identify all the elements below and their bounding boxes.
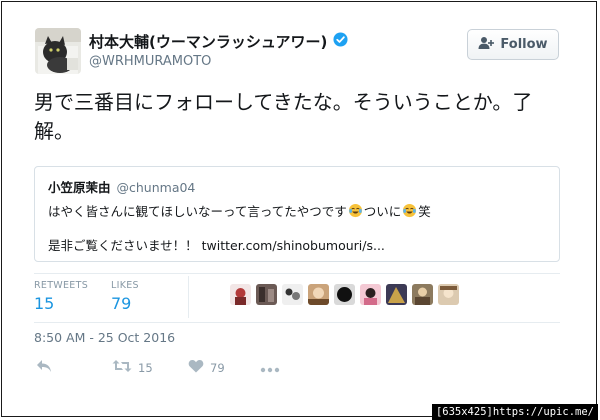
- retweet-count: 15: [138, 360, 153, 375]
- liker-avatars: [230, 284, 459, 305]
- likes-stat[interactable]: LIKES 79: [111, 280, 139, 313]
- verified-badge-icon: [333, 31, 348, 51]
- tears-of-joy-emoji-icon: [348, 203, 363, 218]
- reply-button[interactable]: [36, 358, 52, 377]
- heart-icon: [188, 358, 204, 377]
- more-button[interactable]: [260, 358, 280, 377]
- quoted-tweet-line2: 是非ご覧くださいませ！！ twitter.com/shinobumouri/s.…: [48, 235, 385, 254]
- like-count: 79: [210, 360, 225, 375]
- tweet-text: 男で三番目にフォローしてきたな。そういうことか。了解。: [34, 90, 533, 143]
- quoted-text-part2: ついに: [363, 204, 402, 219]
- quoted-text-part3: 笑: [418, 204, 431, 219]
- liker-avatar[interactable]: [308, 284, 329, 305]
- author-name-row: 村本大輔(ウーマンラッシュアワー): [89, 30, 348, 52]
- liker-avatar[interactable]: [386, 284, 407, 305]
- like-button[interactable]: 79: [188, 358, 225, 377]
- liker-avatar[interactable]: [360, 284, 381, 305]
- divider-bottom: [34, 322, 560, 323]
- follow-button-label: Follow: [500, 37, 548, 52]
- liker-avatar[interactable]: [230, 284, 251, 305]
- liker-avatar[interactable]: [282, 284, 303, 305]
- author-display-name[interactable]: 村本大輔(ウーマンラッシュアワー): [89, 31, 327, 52]
- divider-top: [34, 273, 560, 274]
- retweet-button[interactable]: 15: [112, 358, 153, 377]
- quoted-tweet-header: 小笠原茉由 @chunma04: [48, 177, 195, 196]
- quoted-tweet-link[interactable]: twitter.com/shinobumouri/s...: [202, 238, 385, 253]
- author-handle[interactable]: @WRHMURAMOTO: [89, 54, 211, 69]
- reply-icon: [36, 358, 52, 377]
- liker-avatar[interactable]: [334, 284, 355, 305]
- follow-button[interactable]: Follow: [467, 29, 559, 60]
- tweet-card: 村本大輔(ウーマンラッシュアワー) @WRHMURAMOTO Follow 男で…: [0, 0, 596, 416]
- retweets-stat[interactable]: RETWEETS 15: [34, 280, 88, 313]
- liker-avatar[interactable]: [412, 284, 433, 305]
- add-user-icon: [478, 35, 495, 54]
- retweets-count: 15: [34, 294, 55, 313]
- watermark: [635x425]https://upic.me/: [431, 404, 598, 420]
- likes-count: 79: [111, 294, 132, 313]
- tears-of-joy-emoji-icon: [402, 203, 417, 218]
- more-dots-icon: [260, 358, 280, 377]
- stats-separator: [188, 276, 189, 318]
- retweet-icon: [112, 358, 132, 377]
- liker-avatar[interactable]: [256, 284, 277, 305]
- liker-avatar[interactable]: [438, 284, 459, 305]
- author-avatar[interactable]: [35, 28, 81, 74]
- quoted-tweet[interactable]: 小笠原茉由 @chunma04 はやく皆さんに観てほしいなーって言ってたやつです…: [34, 166, 560, 262]
- likes-label: LIKES: [111, 280, 139, 291]
- tweet-actions: 15 79: [34, 358, 334, 382]
- tweet-timestamp[interactable]: 8:50 AM - 25 Oct 2016: [34, 330, 175, 345]
- retweets-label: RETWEETS: [34, 280, 89, 291]
- quoted-text-part1: はやく皆さんに観てほしいなーって言ってたやつです: [48, 204, 347, 219]
- quoted-tweet-line1: はやく皆さんに観てほしいなーって言ってたやつです ついに 笑: [48, 201, 431, 220]
- quoted-text-line2: 是非ご覧くださいませ！！: [48, 238, 202, 253]
- quoted-author-name: 小笠原茉由: [48, 180, 111, 195]
- quoted-author-handle: @chunma04: [116, 180, 196, 195]
